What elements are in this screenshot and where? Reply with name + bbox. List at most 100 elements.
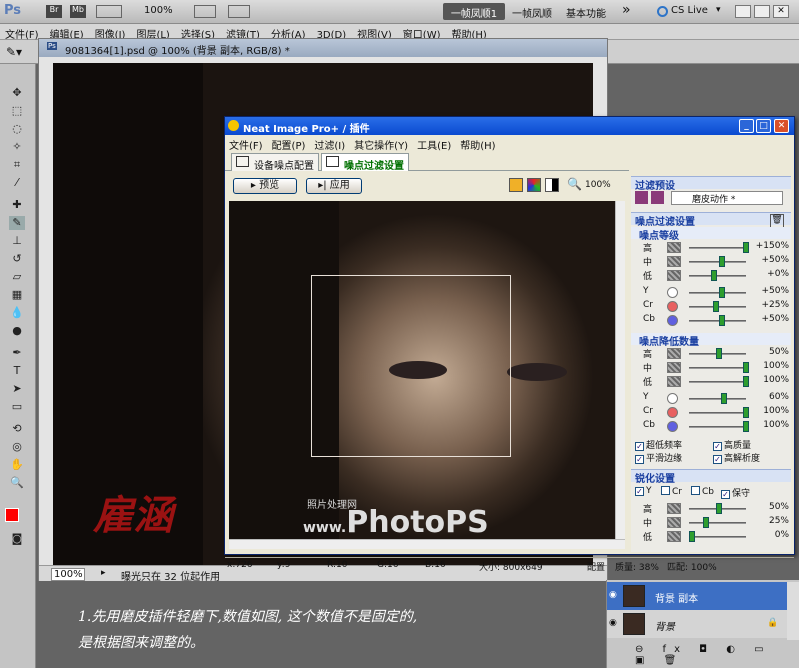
eye-icon[interactable]: ◉ (609, 590, 617, 600)
dodge-tool-icon[interactable]: ● (9, 324, 25, 338)
zoom-select[interactable]: 100% (144, 5, 173, 16)
workspace-basic[interactable]: 基本功能 (566, 5, 606, 20)
check-high-quality[interactable]: ✓ 高质量 (713, 438, 751, 451)
bridge-icon[interactable]: Br (46, 5, 62, 18)
layers-footer-icons[interactable]: ⊖ fx ◘ ◐ ▭ ▣ 🗑 (635, 644, 785, 666)
check-ultra-low-freq[interactable]: ✓ 超低频率 (635, 438, 682, 451)
move-tool-icon[interactable]: ✥ (9, 86, 25, 100)
eyedropper-tool-icon[interactable]: ⁄ (9, 176, 25, 190)
layers-scrollbar[interactable] (787, 582, 799, 640)
noise-level-slider-track[interactable] (689, 275, 746, 277)
close-button[interactable]: ✕ (773, 5, 789, 18)
hand-tool-icon[interactable]: ✋ (9, 458, 25, 472)
eraser-tool-icon[interactable]: ▱ (9, 270, 25, 284)
neat-menu-filter[interactable]: 过滤(I) (310, 135, 350, 152)
preview-zoom[interactable]: 100% (585, 180, 611, 190)
noise-level-slider-track[interactable] (689, 247, 746, 249)
path-select-tool-icon[interactable]: ➤ (9, 382, 25, 396)
pen-tool-icon[interactable]: ✒ (9, 346, 25, 360)
doc-win-buttons[interactable] (617, 41, 685, 55)
minibridge-icon[interactable]: Mb (70, 5, 86, 18)
stamp-tool-icon[interactable]: ⊥ (9, 234, 25, 248)
workspace-2[interactable]: 一帧凤顺 (512, 5, 552, 20)
neat-title-bar[interactable]: Neat Image Pro+ / 插件 _ □ ✕ (225, 117, 794, 135)
preview-hscroll[interactable] (229, 539, 625, 549)
tab-device-noise-profile[interactable]: 设备噪点配置 (231, 153, 319, 172)
contrast-icon[interactable] (545, 178, 559, 192)
sharpen-slider-track[interactable] (689, 522, 746, 524)
3d-orbit-tool-icon[interactable]: ◎ (9, 440, 25, 454)
brush-preset-icon[interactable]: ✎▾ (6, 45, 32, 59)
neat-menu-file[interactable]: 文件(F) (225, 135, 268, 152)
reduction-channel-slider-track[interactable] (689, 398, 746, 400)
reduction-slider-track[interactable] (689, 367, 746, 369)
sharpen-check-y[interactable]: ✓ Y (635, 486, 652, 496)
layer-row-background-copy[interactable]: ◉ 背景 副本 (607, 582, 787, 610)
trash-icon[interactable]: 🗑 (770, 214, 784, 228)
quick-select-tool-icon[interactable]: ✧ (9, 140, 25, 154)
load-preset-icon[interactable] (651, 191, 664, 204)
eye-icon[interactable]: ◉ (609, 618, 617, 628)
document-tab[interactable]: Ps 9081364[1].psd @ 100% (背景 副本, RGB/8) … (39, 39, 607, 57)
overflow-icon[interactable]: » (622, 2, 631, 18)
neat-minimize-button[interactable]: _ (739, 119, 754, 133)
noise-level-channel-slider-thumb[interactable] (718, 315, 725, 326)
sharpen-slider-thumb[interactable] (702, 517, 709, 528)
neat-menu-tools[interactable]: 工具(E) (413, 135, 456, 152)
preview-button[interactable]: ▸ 预览 (233, 178, 297, 194)
sharpen-check-cb[interactable]: Cb (691, 486, 714, 497)
foreground-color-swatch[interactable] (5, 508, 19, 522)
neat-menu-help[interactable]: 帮助(H) (456, 135, 500, 152)
layer-row-background[interactable]: ◉ 背景 🔒 (607, 610, 787, 638)
neat-close-button[interactable]: ✕ (774, 119, 789, 133)
neat-maximize-button[interactable]: □ (756, 119, 771, 133)
arrange-icon[interactable] (194, 5, 216, 18)
neat-menu-other[interactable]: 其它操作(Y) (350, 135, 413, 152)
marquee-tool-icon[interactable]: ⬚ (9, 104, 25, 118)
tab-noise-filter-settings[interactable]: 噪点过滤设置 (321, 153, 409, 172)
workspace-active[interactable]: 一帧凤顺1 (443, 3, 505, 20)
zoom-tool-icon[interactable]: 🔍 (9, 476, 25, 490)
color-channels-icon[interactable] (527, 178, 541, 192)
reduction-channel-slider-thumb[interactable] (721, 393, 728, 404)
3d-rotate-tool-icon[interactable]: ⟲ (9, 422, 25, 436)
noise-level-slider-thumb[interactable] (718, 256, 725, 267)
minimize-button[interactable] (735, 5, 751, 18)
reduction-slider-thumb[interactable] (716, 348, 722, 359)
cslive-button[interactable]: CS Live (671, 5, 708, 16)
noise-level-slider-thumb[interactable] (710, 270, 717, 281)
preview-image[interactable]: 照片处理网 www.PhotoPS (229, 201, 625, 539)
healing-tool-icon[interactable]: ✚ (9, 198, 25, 212)
sharpen-slider-thumb[interactable] (716, 503, 722, 514)
sharpen-check-cr[interactable]: Cr (661, 486, 682, 497)
sharpen-slider-track[interactable] (689, 536, 746, 538)
check-high-resolution[interactable]: ✓ 高解析度 (713, 451, 760, 464)
noise-level-slider-track[interactable] (689, 261, 746, 263)
preview-vscroll[interactable] (615, 201, 625, 539)
reduction-channel-slider-track[interactable] (689, 412, 746, 414)
lasso-tool-icon[interactable]: ◌ (9, 122, 25, 136)
view-extras-icon[interactable] (96, 5, 122, 18)
shape-tool-icon[interactable]: ▭ (9, 400, 25, 414)
brush-tool-icon[interactable]: ✎ (9, 216, 25, 230)
apply-button[interactable]: ▸| 应用 (306, 178, 362, 194)
sharpen-check-conservative[interactable]: ✓ 保守 (721, 486, 750, 499)
screen-mode-icon[interactable] (228, 5, 250, 18)
reduction-channel-slider-track[interactable] (689, 426, 746, 428)
neat-menu-profile[interactable]: 配置(P) (268, 135, 311, 152)
crop-tool-icon[interactable]: ⌗ (9, 158, 25, 172)
blur-tool-icon[interactable]: 💧 (9, 306, 25, 320)
noise-level-channel-slider-thumb[interactable] (718, 287, 725, 298)
noise-level-channel-slider-track[interactable] (689, 320, 746, 322)
type-tool-icon[interactable]: T (9, 364, 25, 378)
restore-button[interactable] (754, 5, 770, 18)
preset-select[interactable]: 磨皮动作 * (671, 191, 783, 205)
gradient-tool-icon[interactable]: ▦ (9, 288, 25, 302)
check-smooth-edges[interactable]: ✓ 平滑边缘 (635, 451, 682, 464)
sample-area-rectangle[interactable] (311, 275, 511, 457)
cslive-dropdown-icon[interactable]: ▾ (716, 5, 721, 15)
noise-level-channel-slider-thumb[interactable] (713, 301, 720, 312)
noise-level-channel-slider-track[interactable] (689, 292, 746, 294)
view-mode-icon[interactable] (509, 178, 523, 192)
save-preset-icon[interactable] (635, 191, 648, 204)
